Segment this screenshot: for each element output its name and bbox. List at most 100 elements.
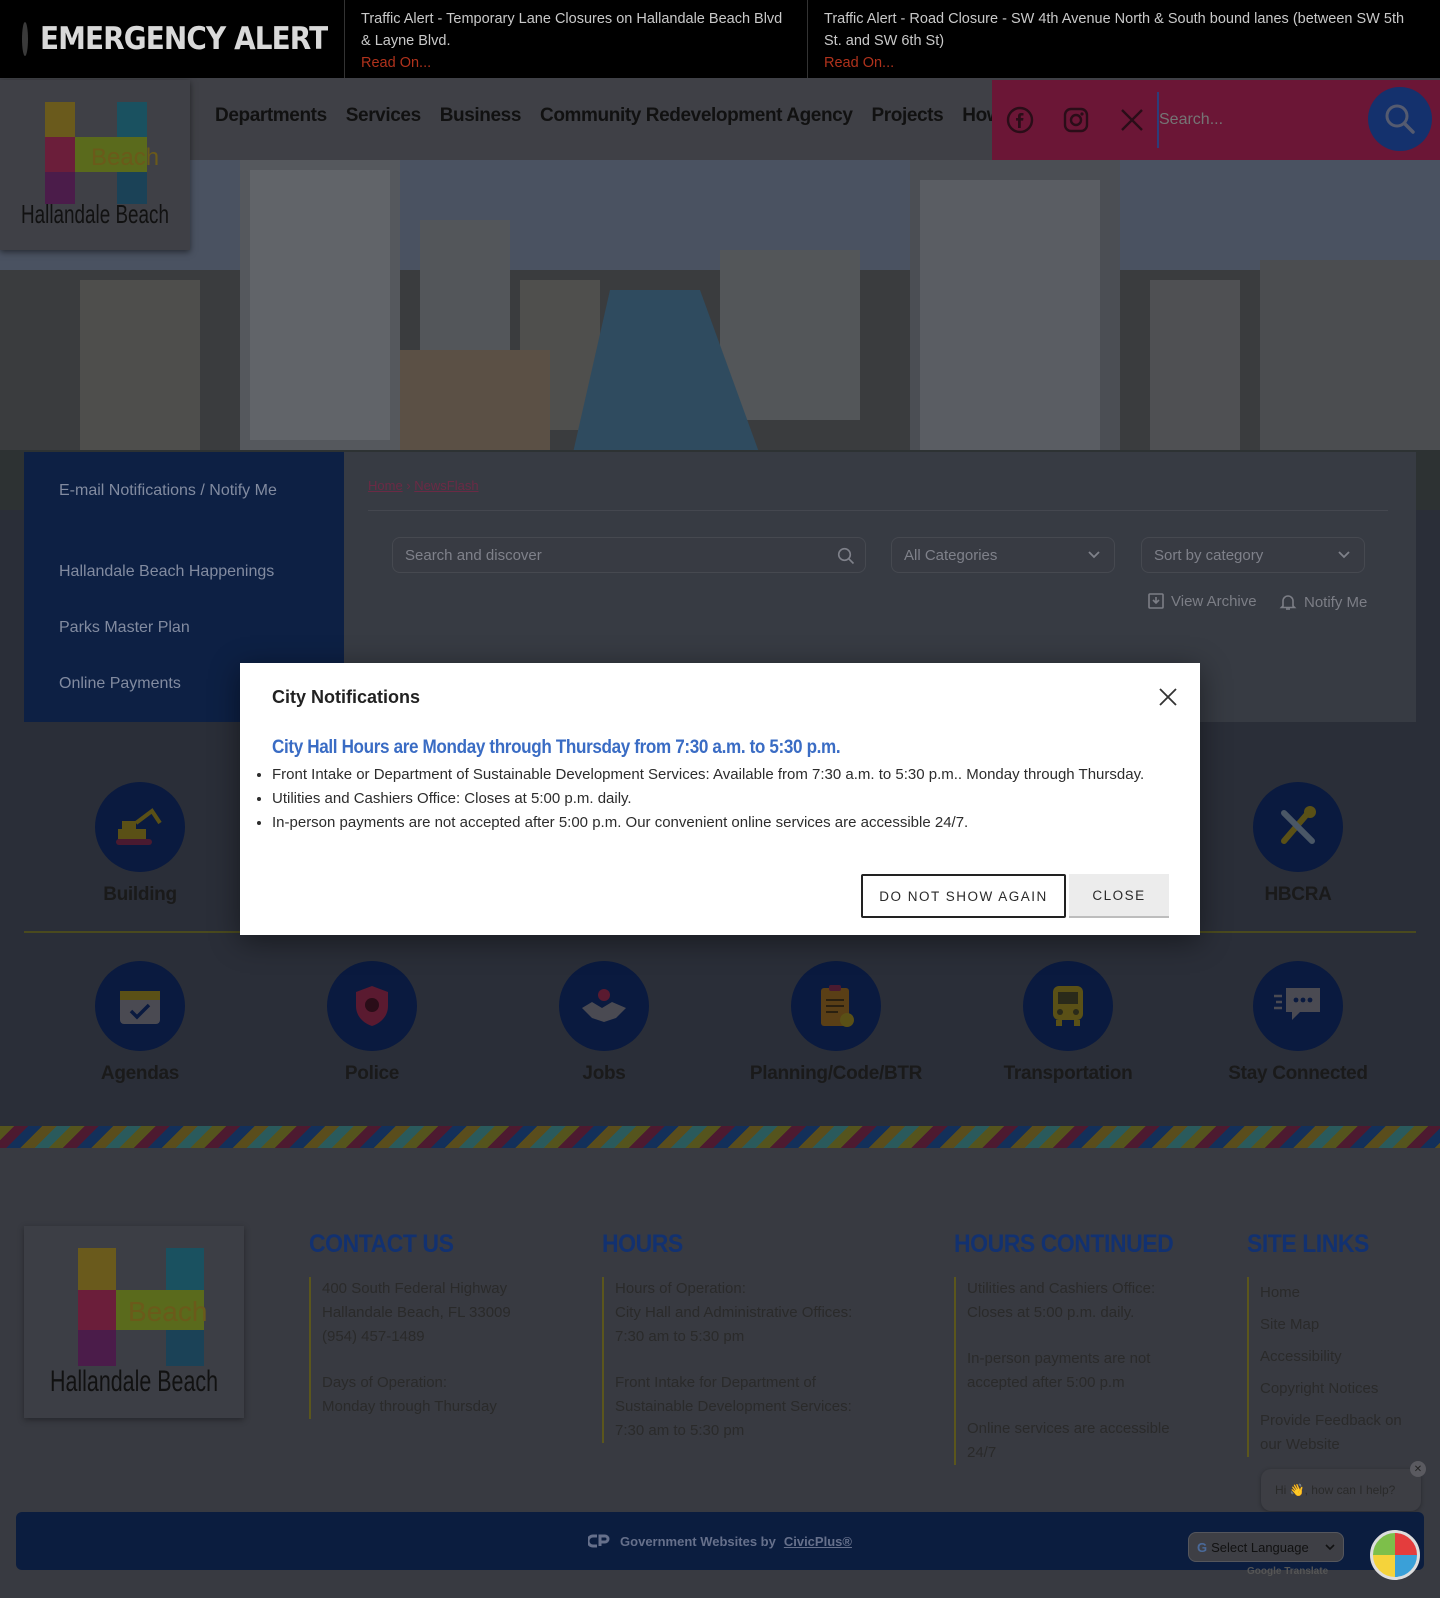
footer-contact-body: 400 South Federal Highway Hallandale Bea… <box>309 1277 511 1419</box>
excavator-icon <box>95 782 185 872</box>
nav-item-business[interactable]: Business <box>440 105 522 127</box>
modal-notice-list: Front Intake or Department of Sustainabl… <box>272 763 1152 835</box>
logo-name: Hallandale Beach <box>50 1365 218 1398</box>
footer-hours-continued-body: Utilities and Cashiers Office: Closes at… <box>954 1277 1192 1465</box>
news-search-input[interactable]: Search and discover <box>392 537 866 573</box>
quicklink-label: Transportation <box>1003 1063 1133 1084</box>
footer-text: Utilities and Cashiers Office: <box>967 1280 1156 1297</box>
search-icon[interactable] <box>837 547 855 565</box>
side-menu-item[interactable]: E-mail Notifications / Notify Me <box>59 478 299 504</box>
breadcrumb-current[interactable]: NewsFlash <box>414 478 478 493</box>
sort-select-value: Sort by category <box>1154 546 1264 564</box>
nav-item-projects[interactable]: Projects <box>871 105 943 127</box>
footer-text: Monday through Thursday <box>322 1398 497 1415</box>
clipboard-glyph <box>821 985 854 1027</box>
quicklink-transportation[interactable]: Transportation <box>968 961 1168 1085</box>
footer-heading: HOURS CONTINUED <box>954 1230 1174 1258</box>
footer-link-accessibility[interactable]: Accessibility <box>1260 1341 1420 1373</box>
footer-hours: HOURS Hours of Operation: City Hall and … <box>602 1230 852 1443</box>
breadcrumb-home[interactable]: Home <box>368 478 403 493</box>
close-icon[interactable] <box>1156 685 1180 709</box>
modal-notice-item: In-person payments are not accepted afte… <box>272 811 1152 835</box>
footer-text: accepted after 5:00 p.m <box>967 1374 1125 1391</box>
chat-bubble-icon <box>1253 961 1343 1051</box>
footer-link-home[interactable]: Home <box>1260 1277 1420 1309</box>
chat-greeting-bubble[interactable]: Hi 👋, how can I help? <box>1261 1469 1421 1511</box>
footer-link-feedback[interactable]: Provide Feedback on our Website <box>1260 1405 1420 1457</box>
quicklink-planning[interactable]: Planning/Code/BTR <box>736 961 936 1085</box>
breadcrumb: Home › NewsFlash <box>368 478 479 493</box>
quicklink-agendas[interactable]: Agendas <box>40 961 240 1085</box>
quicklink-label: HBCRA <box>1264 884 1332 905</box>
quicklink-police[interactable]: Police <box>272 961 472 1085</box>
quicklink-hbcra[interactable]: HBCRA <box>1198 782 1398 906</box>
language-select-value: Select Language <box>1211 1539 1309 1555</box>
quicklink-building[interactable]: Building <box>40 782 240 906</box>
site-logo[interactable]: Beach Hallandale Beach <box>0 80 190 250</box>
footer-heading: HOURS <box>602 1230 683 1258</box>
facebook-icon[interactable] <box>1006 106 1034 134</box>
alert-siren-icon <box>22 22 28 56</box>
calendar-glyph <box>120 991 160 1024</box>
alert-title-block: EMERGENCY ALERT <box>0 0 345 78</box>
side-menu-item[interactable]: Hallandale Beach Happenings <box>59 559 299 585</box>
logo-word: Beach <box>91 144 159 171</box>
tools-icon <box>1253 782 1343 872</box>
quicklink-stay-connected[interactable]: Stay Connected <box>1198 961 1398 1085</box>
footer-contact: CONTACT US 400 South Federal Highway Hal… <box>309 1230 511 1419</box>
quicklink-label: Agendas <box>100 1063 180 1084</box>
footer-text: 7:30 am to 5:30 pm <box>615 1422 745 1439</box>
alert-read-on-link[interactable]: Read On... <box>361 55 431 71</box>
category-select[interactable]: All Categories <box>891 537 1115 573</box>
handshake-glyph <box>582 989 626 1022</box>
civicplus-logo-icon <box>588 1534 610 1548</box>
footer-text: In-person payments are not <box>967 1350 1151 1367</box>
site-search-input[interactable] <box>1159 111 1339 129</box>
footer-phone[interactable]: (954) 457-1489 <box>322 1325 511 1349</box>
x-twitter-icon[interactable] <box>1118 106 1146 134</box>
police-badge-icon <box>327 961 417 1051</box>
civicplus-link[interactable]: CivicPlus® <box>784 1534 852 1549</box>
footer-text: Sustainable Development Services: <box>615 1398 852 1415</box>
instagram-icon[interactable] <box>1062 106 1090 134</box>
footer-text: Days of Operation: <box>322 1374 448 1391</box>
quicklink-label: Police <box>344 1063 400 1084</box>
view-archive-link[interactable]: View Archive <box>1147 592 1257 610</box>
decorative-pattern-stripe <box>0 1126 1440 1148</box>
nav-item-departments[interactable]: Departments <box>215 105 327 127</box>
side-menu-item[interactable]: Parks Master Plan <box>59 615 299 641</box>
alert-item[interactable]: Traffic Alert - Road Closure - SW 4th Av… <box>808 0 1440 78</box>
chat-launcher-avatar[interactable] <box>1370 1530 1420 1580</box>
sort-select[interactable]: Sort by category <box>1141 537 1365 573</box>
search-icon <box>1385 104 1415 134</box>
emergency-alert-bar: EMERGENCY ALERT Traffic Alert - Temporar… <box>0 0 1440 78</box>
excavator-glyph <box>116 808 162 845</box>
nav-item-cra[interactable]: Community Redevelopment Agency <box>540 105 853 127</box>
chat-close-icon[interactable]: ✕ <box>1410 1461 1426 1477</box>
chat-glyph <box>1274 988 1320 1020</box>
archive-icon <box>1148 593 1164 609</box>
footer-text: Front Intake for Department of <box>615 1374 816 1391</box>
badge-glyph <box>356 986 388 1026</box>
footer-link-site-map[interactable]: Site Map <box>1260 1309 1420 1341</box>
alert-item[interactable]: Traffic Alert - Temporary Lane Closures … <box>345 0 808 78</box>
quicklink-jobs[interactable]: Jobs <box>504 961 704 1085</box>
footer-link-copyright[interactable]: Copyright Notices <box>1260 1373 1420 1405</box>
bus-glyph <box>1053 986 1083 1026</box>
nav-item-services[interactable]: Services <box>346 105 421 127</box>
close-button[interactable]: CLOSE <box>1069 874 1169 918</box>
footer-text: Hallandale Beach, FL 33009 <box>322 1304 511 1321</box>
do-not-show-again-button[interactable]: DO NOT SHOW AGAIN <box>861 874 1066 918</box>
chevron-down-icon <box>1088 551 1100 559</box>
footer-logo[interactable]: Beach Hallandale Beach <box>24 1226 244 1418</box>
alert-read-on-link[interactable]: Read On... <box>824 55 894 71</box>
modal-heading: City Hall Hours are Monday through Thurs… <box>272 737 841 758</box>
language-select[interactable]: G Select Language <box>1188 1532 1344 1562</box>
footer-links-body: Home Site Map Accessibility Copyright No… <box>1247 1277 1420 1457</box>
site-search-button[interactable] <box>1368 87 1432 151</box>
modal-notice-item: Front Intake or Department of Sustainabl… <box>272 763 1152 787</box>
notify-me-link[interactable]: Notify Me <box>1278 592 1367 612</box>
quicklink-label: Planning/Code/BTR <box>749 1063 923 1084</box>
